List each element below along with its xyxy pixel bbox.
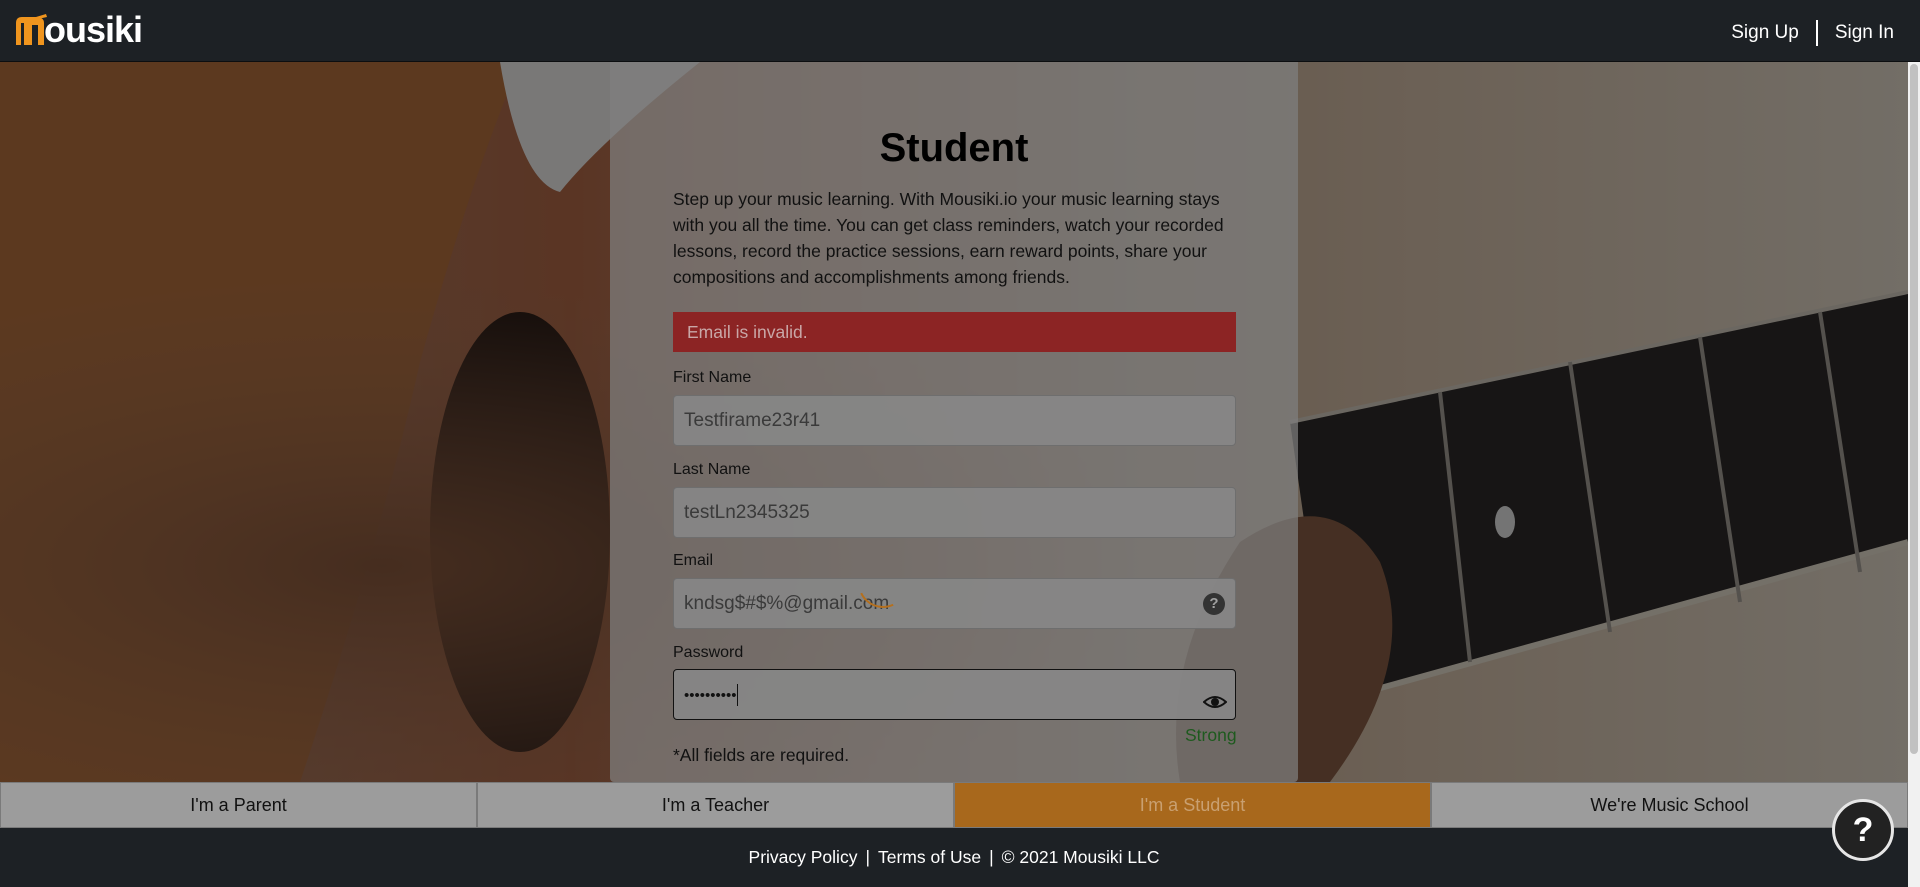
- sign-up-link[interactable]: Sign Up: [1731, 22, 1799, 44]
- logo-text: ousiki: [44, 9, 143, 50]
- page-title: Student: [879, 126, 1029, 170]
- copyright-text: © 2021 Mousiki LLC: [1001, 847, 1160, 867]
- email-label: Email: [673, 552, 714, 569]
- email-field[interactable]: kndsg$#$%@gmail.com ?: [673, 578, 1236, 629]
- text-cursor: [736, 683, 738, 706]
- role-tabs: I'm a Parent I'm a Teacher I'm a Student…: [0, 782, 1908, 828]
- tab-teacher[interactable]: I'm a Teacher: [477, 782, 954, 828]
- password-label: Password: [673, 644, 744, 661]
- nav-divider: [1815, 20, 1818, 46]
- tab-student[interactable]: I'm a Student: [954, 782, 1431, 828]
- last-name-field[interactable]: testLn2345325: [673, 487, 1236, 538]
- logo-m-mark-icon: [16, 14, 47, 45]
- scrollbar-thumb[interactable]: [1910, 64, 1918, 754]
- sign-in-link[interactable]: Sign In: [1835, 22, 1894, 44]
- student-signup-card: Student Step up your music learning. Wit…: [610, 62, 1298, 782]
- footer-separator: |: [989, 847, 994, 867]
- password-value: ••••••••••: [684, 687, 737, 704]
- password-field[interactable]: ••••••••••: [673, 669, 1236, 720]
- footer-separator: |: [865, 847, 870, 867]
- page-scrollbar[interactable]: [1908, 62, 1920, 887]
- error-alert: Email is invalid.: [673, 312, 1236, 352]
- terms-of-use-link[interactable]: Terms of Use: [878, 847, 981, 867]
- mousiki-logo[interactable]: ousiki: [14, 9, 143, 50]
- privacy-policy-link[interactable]: Privacy Policy: [749, 847, 858, 867]
- password-strength: Strong: [1185, 725, 1237, 745]
- page-description: Step up your music learning. With Mousik…: [673, 189, 1224, 287]
- first-name-field[interactable]: Testfirame23r41: [673, 395, 1236, 446]
- show-password-eye-icon[interactable]: [1202, 684, 1228, 708]
- tab-parent[interactable]: I'm a Parent: [0, 782, 477, 828]
- first-name-value: Testfirame23r41: [684, 410, 821, 431]
- last-name-value: testLn2345325: [684, 502, 810, 523]
- first-name-label: First Name: [673, 369, 752, 386]
- last-name-label: Last Name: [673, 461, 751, 478]
- email-value: kndsg$#$%@gmail.com: [684, 593, 890, 614]
- email-help-icon[interactable]: ?: [1203, 593, 1227, 617]
- required-note: *All fields are required.: [673, 745, 850, 765]
- auth-links: Sign Up Sign In: [1731, 20, 1894, 46]
- top-navbar: ousiki Sign Up Sign In: [0, 0, 1920, 62]
- footer: Privacy Policy | Terms of Use | © 2021 Mousi…: [0, 828, 1908, 887]
- help-button[interactable]: ?: [1832, 799, 1894, 861]
